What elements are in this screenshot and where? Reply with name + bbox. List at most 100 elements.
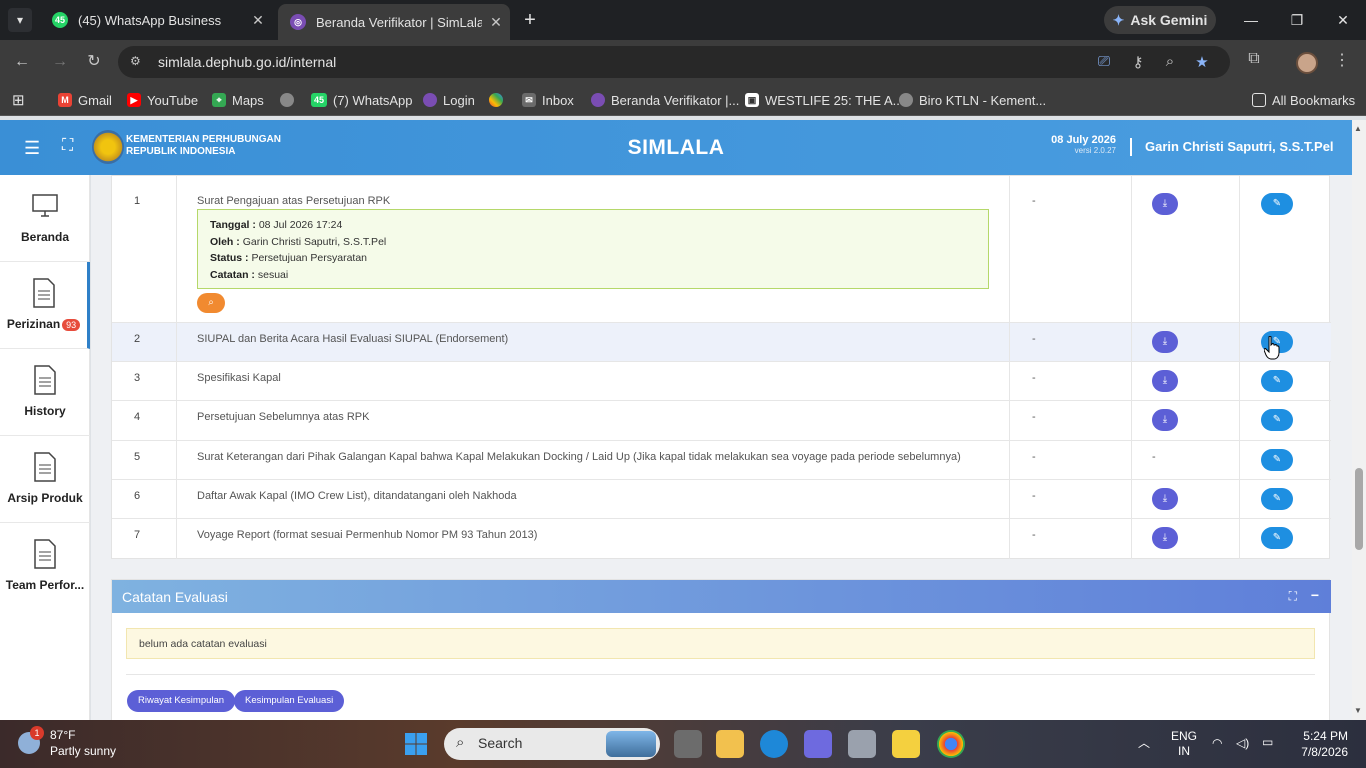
close-icon[interactable]: ✕ <box>482 14 510 31</box>
globe-icon <box>280 93 294 107</box>
tab-title: Beranda Verifikator | SimLala <box>316 14 482 30</box>
restore-button[interactable]: ❐ <box>1274 0 1320 40</box>
sidebar: Beranda Perizinan 93 History Arsip Produk… <box>0 175 90 720</box>
system-clock[interactable]: 5:24 PM 7/8/2026 <box>1292 728 1348 760</box>
sidebar-item-arsip-produk[interactable]: Arsip Produk <box>0 436 90 523</box>
bookmark-biro-ktln[interactable]: Biro KTLN - Kement... <box>899 90 1046 110</box>
all-bookmarks[interactable]: All Bookmarks <box>1252 90 1355 110</box>
table-row: 7 Voyage Report (format sesuai Permenhub… <box>112 519 1331 559</box>
scroll-up-icon[interactable]: ▲ <box>1354 124 1362 133</box>
page-scrollbar[interactable]: ▲ ▼ <box>1352 120 1366 720</box>
sidebar-item-beranda[interactable]: Beranda <box>0 175 90 262</box>
new-tab-button[interactable]: + <box>518 8 542 32</box>
download-button[interactable]: ⤓ <box>1152 527 1178 549</box>
row-number: 2 <box>134 333 141 345</box>
bookmark-star-icon[interactable]: ★ <box>1192 53 1212 71</box>
bookmark-beranda-verifikator[interactable]: Beranda Verifikator |... <box>591 90 739 110</box>
file-explorer-icon[interactable] <box>716 730 744 758</box>
extensions-icon[interactable]: ⧉ <box>1242 50 1266 68</box>
bookmark-westlife[interactable]: ▣ WESTLIFE 25: THE A... <box>745 90 903 110</box>
bookmark-globe[interactable] <box>280 90 300 110</box>
evaluation-panel: Catatan Evaluasi ⛶ − belum ada catatan e… <box>111 579 1331 720</box>
edit-button[interactable]: ✎ <box>1261 370 1293 392</box>
bookmark-whatsapp[interactable]: 45 (7) WhatsApp <box>311 90 412 110</box>
bookmark-gmail[interactable]: M Gmail <box>58 90 112 110</box>
download-button[interactable]: ⤓ <box>1152 193 1178 215</box>
ask-gemini-button[interactable]: ✦ Ask Gemini <box>1104 6 1216 34</box>
gemini-label: Ask Gemini <box>1130 12 1208 28</box>
view-detail-button[interactable]: ⌕ <box>197 293 225 313</box>
sidebar-item-team-performance[interactable]: Team Perfor... <box>0 523 90 610</box>
tab-whatsapp[interactable]: 45 (45) WhatsApp Business ✕ <box>40 0 272 40</box>
reload-icon[interactable]: ↻ <box>82 50 106 74</box>
language-indicator[interactable]: ENG IN <box>1171 729 1197 759</box>
address-bar[interactable]: ⚙ simlala.dephub.go.id/internal ⎚ ⚷ ⌕ ★ <box>118 46 1230 78</box>
install-app-icon[interactable]: ⎚ <box>1094 53 1114 70</box>
edit-icon: ✎ <box>1272 493 1282 504</box>
kesimpulan-evaluasi-button[interactable]: Kesimpulan Evaluasi <box>234 690 345 712</box>
apps-grid-icon[interactable]: ⊞ <box>12 90 25 110</box>
wifi-icon[interactable]: ◠ <box>1212 736 1222 750</box>
bookmark-login[interactable]: Login <box>423 90 475 110</box>
app-icon[interactable] <box>804 730 832 758</box>
photos-icon <box>489 93 503 107</box>
expand-icon[interactable]: ⛶ <box>1289 589 1297 604</box>
chrome-icon[interactable] <box>937 730 965 758</box>
document-name: Persetujuan Sebelumnya atas RPK <box>197 411 370 423</box>
table-row: 2 SIUPAL dan Berita Acara Hasil Evaluasi… <box>112 323 1331 362</box>
windows-start-icon[interactable] <box>404 732 428 756</box>
url-text[interactable]: simlala.dephub.go.id/internal <box>158 54 336 70</box>
user-name[interactable]: Garin Christi Saputri, S.S.T.Pel <box>1145 139 1334 154</box>
download-button[interactable]: ⤓ <box>1152 370 1178 392</box>
gemini-icon: ✦ <box>1112 11 1125 28</box>
profile-avatar[interactable] <box>1296 52 1318 74</box>
show-hidden-icons[interactable]: ︿ <box>1138 734 1150 751</box>
folder-icon <box>1252 93 1266 107</box>
window-close-button[interactable]: ✕ <box>1320 0 1366 40</box>
close-icon[interactable]: ✕ <box>244 12 272 29</box>
battery-icon[interactable]: ▭ <box>1262 735 1273 749</box>
bookmark-photos[interactable] <box>489 90 509 110</box>
download-icon: ⤓ <box>1162 198 1168 209</box>
minimize-button[interactable]: — <box>1228 0 1274 40</box>
download-button[interactable]: ⤓ <box>1152 331 1178 353</box>
riwayat-kesimpulan-button[interactable]: Riwayat Kesimpulan <box>127 690 236 712</box>
site-info-icon[interactable]: ⚙ <box>130 54 141 68</box>
taskbar-search[interactable]: ⌕ Search <box>444 728 660 760</box>
sticky-notes-icon[interactable] <box>892 730 920 758</box>
download-icon: ⤓ <box>1162 336 1168 347</box>
document-icon <box>34 365 56 395</box>
collapse-icon[interactable]: − <box>1311 587 1319 603</box>
whatsapp-icon: 45 <box>52 12 68 28</box>
password-key-icon[interactable]: ⚷ <box>1128 53 1148 71</box>
edit-button[interactable]: ✎ <box>1261 488 1293 510</box>
back-icon[interactable]: ← <box>10 50 34 74</box>
monitor-icon <box>32 194 58 217</box>
edit-button[interactable]: ✎ <box>1261 449 1293 471</box>
forward-icon[interactable]: → <box>48 50 72 74</box>
main-content: 1 Surat Pengajuan atas Persetujuan RPK T… <box>91 175 1352 720</box>
bookmark-maps[interactable]: ⌖ Maps <box>212 90 264 110</box>
menu-kebab-icon[interactable]: ⋮ <box>1330 50 1354 70</box>
edge-icon[interactable] <box>760 730 788 758</box>
sidebar-item-history[interactable]: History <box>0 349 90 436</box>
edit-button[interactable]: ✎ <box>1261 409 1293 431</box>
download-button[interactable]: ⤓ <box>1152 488 1178 510</box>
task-view-icon[interactable] <box>674 730 702 758</box>
bookmark-youtube[interactable]: ▶ YouTube <box>127 90 198 110</box>
download-button[interactable]: ⤓ <box>1152 409 1178 431</box>
scroll-down-icon[interactable]: ▼ <box>1354 706 1362 715</box>
zoom-icon[interactable]: ⌕ <box>1160 53 1180 70</box>
edit-button[interactable]: ✎ <box>1261 527 1293 549</box>
divider <box>126 674 1315 675</box>
bookmark-inbox[interactable]: ✉ Inbox <box>522 90 574 110</box>
table-row: 6 Daftar Awak Kapal (IMO Crew List), dit… <box>112 480 1331 519</box>
sidebar-item-perizinan[interactable]: Perizinan 93 <box>0 262 90 349</box>
tab-title: (45) WhatsApp Business <box>78 12 222 28</box>
volume-icon[interactable]: ◁) <box>1236 736 1249 750</box>
tab-simlala[interactable]: ◎ Beranda Verifikator | SimLala ✕ <box>278 4 510 40</box>
scrollbar-thumb[interactable] <box>1355 468 1363 550</box>
edit-button[interactable]: ✎ <box>1261 193 1293 215</box>
tab-search-button[interactable]: ▾ <box>8 8 32 32</box>
camera-icon[interactable] <box>848 730 876 758</box>
